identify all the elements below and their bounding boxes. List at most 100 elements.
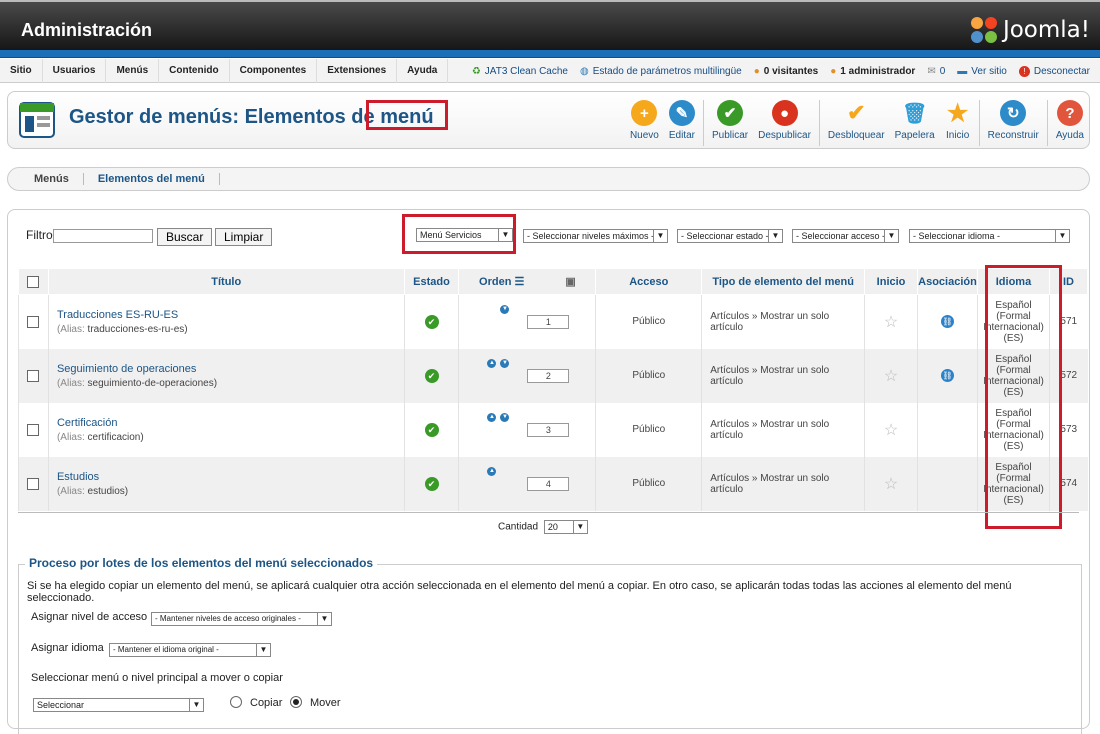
tab-menus[interactable]: Menús — [20, 173, 84, 185]
home-button[interactable]: ★ Inicio — [940, 100, 976, 146]
move-down-icon[interactable]: ▼ — [500, 358, 510, 368]
trash-icon: 🗑 — [901, 102, 928, 125]
rebuild-button[interactable]: ↻ Reconstruir — [983, 100, 1044, 146]
menu-usuarios[interactable]: Usuarios — [43, 58, 107, 83]
published-icon[interactable]: ✔ — [424, 368, 439, 383]
col-home[interactable]: Inicio — [864, 268, 919, 295]
access-cell: Público — [595, 294, 702, 349]
toolbar-divider — [702, 100, 704, 146]
menu-sitio[interactable]: Sitio — [0, 58, 43, 83]
item-title-link[interactable]: Seguimiento de operaciones — [57, 363, 196, 375]
state-select[interactable]: - Seleccionar estado - ▼ — [677, 229, 783, 243]
association-icon[interactable]: ⛓ — [941, 369, 954, 382]
row-checkbox[interactable] — [27, 315, 40, 328]
order-input[interactable]: 3 — [527, 422, 570, 437]
published-icon[interactable]: ✔ — [424, 476, 439, 491]
type-cell: Artículos » Mostrar un solo artículo — [701, 294, 865, 349]
access-cell: Público — [595, 402, 702, 457]
publish-button[interactable]: ✔ Publicar — [707, 100, 753, 146]
chevron-down-icon: ▼ — [189, 699, 203, 711]
multilang-link[interactable]: ◍ Estado de parámetros multilingüe — [580, 66, 742, 77]
published-icon[interactable]: ✔ — [424, 314, 439, 329]
col-type[interactable]: Tipo de elemento del menú — [701, 268, 866, 295]
table-row: Seguimiento de operaciones (Alias: seguim… — [18, 348, 1088, 403]
filter-label: Filtro: — [26, 228, 56, 242]
tab-menu-items[interactable]: Elementos del menú — [84, 173, 220, 185]
move-up-icon[interactable]: ▲ — [487, 412, 497, 422]
row-checkbox[interactable] — [27, 423, 40, 436]
status-bar: ♻ JAT3 Clean Cache ◍ Estado de parámetros … — [472, 59, 1090, 83]
menu-menus[interactable]: Menús — [106, 58, 160, 83]
cache-link[interactable]: ♻ JAT3 Clean Cache — [472, 66, 568, 77]
save-order-icon[interactable]: ▣ — [565, 276, 575, 288]
order-input[interactable]: 4 — [527, 476, 570, 491]
messages-link[interactable]: ✉ 0 — [927, 66, 945, 77]
col-state[interactable]: Estado — [403, 268, 460, 295]
item-alias: (Alias: estudios) — [56, 485, 129, 497]
order-input[interactable]: 1 — [527, 314, 570, 329]
item-title-link[interactable]: Estudios — [57, 471, 99, 483]
home-star-icon[interactable]: ☆ — [884, 422, 898, 439]
submenu: Menús Elementos del menú — [7, 167, 1090, 191]
chevron-down-icon: ▼ — [884, 230, 898, 242]
menu-extensiones[interactable]: Extensiones — [317, 58, 398, 83]
trash-button[interactable]: 🗑 Papelera — [890, 100, 940, 146]
menu-contenido[interactable]: Contenido — [159, 58, 230, 83]
rebuild-icon: ↻ — [1000, 100, 1027, 126]
access-level-select[interactable]: - Mantener niveles de acceso originales … — [151, 612, 332, 626]
home-star-icon[interactable]: ☆ — [884, 368, 898, 385]
col-order[interactable]: Orden ☰ ▣ — [458, 268, 597, 295]
menu-componentes[interactable]: Componentes — [230, 58, 318, 83]
col-title[interactable]: Título — [47, 268, 405, 295]
move-down-icon[interactable]: ▼ — [500, 304, 510, 314]
edit-button[interactable]: ✎ Editar — [664, 100, 700, 146]
help-button[interactable]: ? Ayuda — [1051, 100, 1089, 146]
new-button[interactable]: + Nuevo — [625, 100, 664, 146]
checkin-icon: ✔ — [847, 100, 866, 125]
item-title-link[interactable]: Traducciones ES-RU-ES — [57, 309, 178, 321]
item-title-link[interactable]: Certificación — [57, 417, 118, 429]
levels-select[interactable]: - Seleccionar niveles máximos - ▼ — [523, 229, 668, 243]
order-input[interactable]: 2 — [527, 368, 570, 383]
access-cell: Público — [595, 348, 702, 403]
copy-radio[interactable] — [230, 696, 242, 708]
move-target-select[interactable]: Seleccionar ▼ — [33, 698, 204, 712]
batch-fieldset: Proceso por lotes de los elementos del m… — [18, 556, 1082, 734]
language-select[interactable]: - Seleccionar idioma - ▼ — [909, 229, 1070, 243]
move-down-icon[interactable]: ▼ — [500, 412, 510, 422]
view-site-link[interactable]: ▬ Ver sitio — [957, 66, 1007, 77]
cache-icon: ♻ — [471, 65, 481, 77]
row-checkbox[interactable] — [27, 369, 40, 382]
home-star-icon[interactable]: ☆ — [884, 314, 898, 331]
access-select[interactable]: - Seleccionar acceso - ▼ — [792, 229, 899, 243]
col-access[interactable]: Acceso — [595, 268, 703, 295]
unpublish-icon: ● — [771, 100, 798, 126]
language-label: Asignar idioma — [31, 642, 104, 654]
unpublish-button[interactable]: ● Despublicar — [753, 100, 816, 146]
menu-manager-icon — [19, 102, 55, 138]
col-assoc[interactable]: Asociación — [917, 268, 978, 295]
action-toolbar: + Nuevo ✎ Editar ✔ Publicar ● Despublicar ✔ D… — [625, 100, 1089, 146]
published-icon[interactable]: ✔ — [424, 422, 439, 437]
clear-button[interactable]: Limpiar — [215, 228, 273, 246]
move-up-icon[interactable]: ▲ — [487, 466, 497, 476]
search-button[interactable]: Buscar — [157, 228, 213, 246]
admin-icon: ● — [830, 65, 837, 77]
association-icon[interactable]: ⛓ — [941, 315, 954, 329]
copy-label: Copiar — [250, 697, 283, 709]
move-radio[interactable] — [290, 696, 302, 708]
select-all-cell — [18, 268, 49, 295]
row-checkbox[interactable] — [27, 477, 40, 490]
menu-ayuda[interactable]: Ayuda — [397, 58, 449, 83]
move-up-icon[interactable]: ▲ — [487, 358, 497, 368]
filter-input[interactable] — [53, 229, 153, 243]
chevron-down-icon: ▼ — [768, 230, 782, 242]
home-star-icon[interactable]: ☆ — [884, 476, 898, 493]
checkin-button[interactable]: ✔ Desbloquear — [823, 100, 890, 146]
language-batch-select[interactable]: - Mantener el idioma original - ▼ — [109, 643, 271, 657]
limit-select[interactable]: 20 ▼ — [543, 520, 588, 534]
select-all-checkbox[interactable] — [27, 275, 40, 288]
table-header: Título Estado Orden ☰ ▣ Acceso Tipo de e… — [18, 268, 1089, 295]
toolbar-divider — [1046, 100, 1048, 146]
logout-link[interactable]: ! Desconectar — [1018, 65, 1090, 77]
